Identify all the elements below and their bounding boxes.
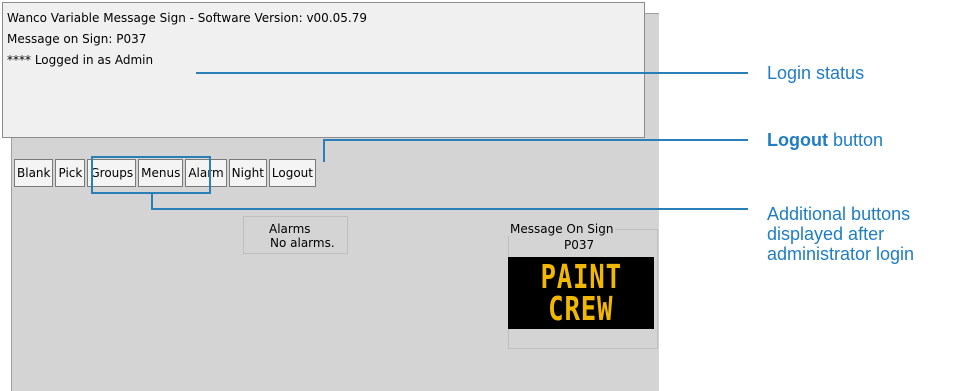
- additional-callout-line-1: Additional buttons: [767, 204, 911, 224]
- alarms-status-text: No alarms.: [270, 236, 335, 250]
- toolbar: Blank Pick Groups Menus Alarm Night Logo…: [14, 159, 318, 187]
- night-button[interactable]: Night: [228, 159, 267, 187]
- logout-callout-text: Logout button: [767, 130, 883, 150]
- login-status-callout-line: [196, 72, 748, 74]
- additional-callout-line-horizontal: [151, 208, 748, 210]
- additional-callout-line-vertical: [151, 194, 153, 209]
- pick-button[interactable]: Pick: [55, 159, 86, 187]
- message-on-sign-label: Message On Sign: [508, 222, 616, 236]
- sign-preview-display: PAINT CREW: [508, 257, 654, 329]
- alarm-button[interactable]: Alarm: [185, 159, 227, 187]
- blank-button[interactable]: Blank: [14, 159, 54, 187]
- alarms-label: Alarms: [267, 222, 313, 236]
- logout-button[interactable]: Logout: [268, 159, 316, 187]
- logout-callout-rest: button: [827, 130, 884, 150]
- additional-buttons-callout-text: Additional buttons displayed after admin…: [767, 204, 914, 264]
- status-text-area: Wanco Variable Message Sign - Software V…: [2, 2, 645, 138]
- logout-callout-line-vertical: [323, 139, 325, 162]
- logout-callout-bold: Logout: [767, 130, 828, 150]
- logout-callout-line-horizontal: [323, 139, 748, 141]
- sign-line-2: CREW: [548, 289, 614, 328]
- login-status-callout-text: Login status: [767, 63, 865, 83]
- login-status-line: **** Logged in as Admin: [7, 53, 154, 67]
- additional-callout-line-3: administrator login: [767, 244, 915, 264]
- message-on-sign-line: Message on Sign: P037: [7, 32, 147, 46]
- groups-button[interactable]: Groups: [87, 159, 137, 187]
- software-version-line: Wanco Variable Message Sign - Software V…: [7, 11, 367, 25]
- menus-button[interactable]: Menus: [138, 159, 184, 187]
- sign-message-code: P037: [564, 238, 595, 252]
- additional-callout-line-2: displayed after: [767, 224, 885, 244]
